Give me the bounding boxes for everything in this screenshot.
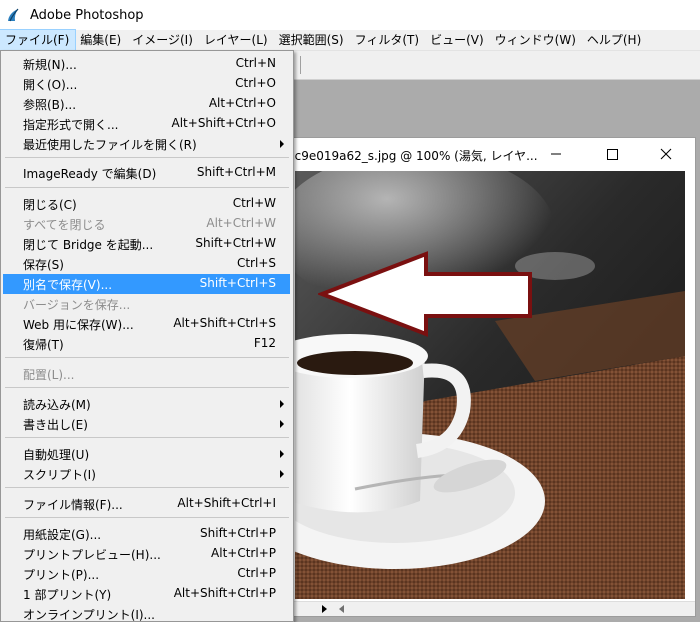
menu-item-save-version: バージョンを保存...	[23, 298, 131, 312]
menu-item-print-online[interactable]: オンラインプリント(I)...	[3, 604, 290, 621]
menu-item-place: 配置(L)...	[23, 368, 75, 382]
menu-item-import[interactable]: 読み込み(M)	[3, 394, 290, 414]
app-title: Adobe Photoshop	[30, 7, 144, 23]
document-window: 2c9e019a62_s.jpg @ 100% (湯気, レイヤ...	[286, 137, 696, 617]
document-titlebar[interactable]: 2c9e019a62_s.jpg @ 100% (湯気, レイヤ...	[287, 138, 695, 170]
menu-image[interactable]: イメージ(I)	[127, 30, 199, 50]
menu-item-open-recent[interactable]: 最近使用したファイルを開く(R)	[3, 134, 290, 154]
menu-separator	[5, 157, 289, 158]
document-canvas-photo[interactable]	[295, 171, 685, 599]
document-title: 2c9e019a62_s.jpg @ 100% (湯気, レイヤ...	[287, 149, 538, 163]
menu-item-new[interactable]: 新規(N)... Ctrl+N	[3, 54, 290, 74]
submenu-arrow-icon	[280, 420, 284, 428]
menu-layer[interactable]: レイヤー(L)	[199, 30, 274, 50]
menu-item-file-info[interactable]: ファイル情報(F)... Alt+Shift+Ctrl+I	[3, 494, 290, 514]
menu-item-close[interactable]: 閉じる(C) Ctrl+W	[3, 194, 290, 214]
options-bar	[292, 51, 700, 80]
menu-separator	[5, 387, 289, 388]
submenu-arrow-icon	[280, 450, 284, 458]
menu-item-print-one-copy[interactable]: 1 部プリント(Y) Alt+Shift+Ctrl+P	[3, 584, 290, 604]
menu-item-automate[interactable]: 自動処理(U)	[3, 444, 290, 464]
menu-item-close-and-go-to-bridge[interactable]: 閉じて Bridge を起動... Shift+Ctrl+W	[3, 234, 290, 254]
submenu-arrow-icon	[280, 140, 284, 148]
menu-item-export[interactable]: 書き出し(E)	[3, 414, 290, 434]
menu-item-edit-in-imageready[interactable]: ImageReady で編集(D) Shift+Ctrl+M	[3, 163, 290, 183]
menu-item-open[interactable]: 開く(O)... Ctrl+O	[3, 74, 290, 94]
menu-item-save-as[interactable]: 別名で保存(V)... Shift+Ctrl+S	[3, 274, 290, 294]
menu-file[interactable]: ファイル(F)	[0, 29, 77, 51]
menu-separator	[5, 357, 289, 358]
menu-separator	[5, 187, 289, 188]
maximize-icon[interactable]	[601, 144, 623, 164]
app-titlebar: Adobe Photoshop	[0, 0, 700, 30]
menu-separator	[5, 487, 289, 488]
photoshop-logo-icon	[8, 8, 19, 22]
document-horizontal-scrollbar[interactable]	[287, 601, 695, 616]
minimize-icon[interactable]	[545, 144, 567, 164]
menu-view[interactable]: ビュー(V)	[425, 30, 490, 50]
menu-item-close-all: すべてを閉じる Alt+Ctrl+W	[23, 216, 276, 232]
file-menu-dropdown: 新規(N)... Ctrl+N 開く(O)... Ctrl+O 参照(B)... Al…	[0, 50, 294, 622]
menu-item-browse[interactable]: 参照(B)... Alt+Ctrl+O	[3, 94, 290, 114]
submenu-arrow-icon	[280, 400, 284, 408]
menu-item-scripts[interactable]: スクリプト(I)	[3, 464, 290, 484]
menu-separator	[5, 437, 289, 438]
menu-edit[interactable]: 編集(E)	[75, 30, 127, 50]
menu-help[interactable]: ヘルプ(H)	[582, 30, 647, 50]
menu-filter[interactable]: フィルタ(T)	[350, 30, 425, 50]
options-bar-grip[interactable]	[300, 56, 301, 74]
menu-window[interactable]: ウィンドウ(W)	[490, 30, 582, 50]
menu-item-open-as[interactable]: 指定形式で開く... Alt+Shift+Ctrl+O	[3, 114, 290, 134]
menu-item-print[interactable]: プリント(P)... Ctrl+P	[3, 564, 290, 584]
menu-separator	[5, 517, 289, 518]
scroll-right-arrow-icon[interactable]	[319, 604, 329, 614]
menu-bar: ファイル(F) 編集(E) イメージ(I) レイヤー(L) 選択範囲(S) フィ…	[0, 29, 700, 51]
scroll-left-arrow-icon[interactable]	[337, 604, 347, 614]
menu-item-save-for-web[interactable]: Web 用に保存(W)... Alt+Shift+Ctrl+S	[3, 314, 290, 334]
menu-item-save[interactable]: 保存(S) Ctrl+S	[3, 254, 290, 274]
annotation-arrow-icon	[318, 251, 532, 337]
submenu-arrow-icon	[280, 470, 284, 478]
menu-item-print-preview[interactable]: プリントプレビュー(H)... Alt+Ctrl+P	[3, 544, 290, 564]
menu-item-page-setup[interactable]: 用紙設定(G)... Shift+Ctrl+P	[3, 524, 290, 544]
menu-select[interactable]: 選択範囲(S)	[274, 30, 350, 50]
menu-item-revert[interactable]: 復帰(T) F12	[3, 334, 290, 354]
close-icon[interactable]	[655, 144, 677, 164]
